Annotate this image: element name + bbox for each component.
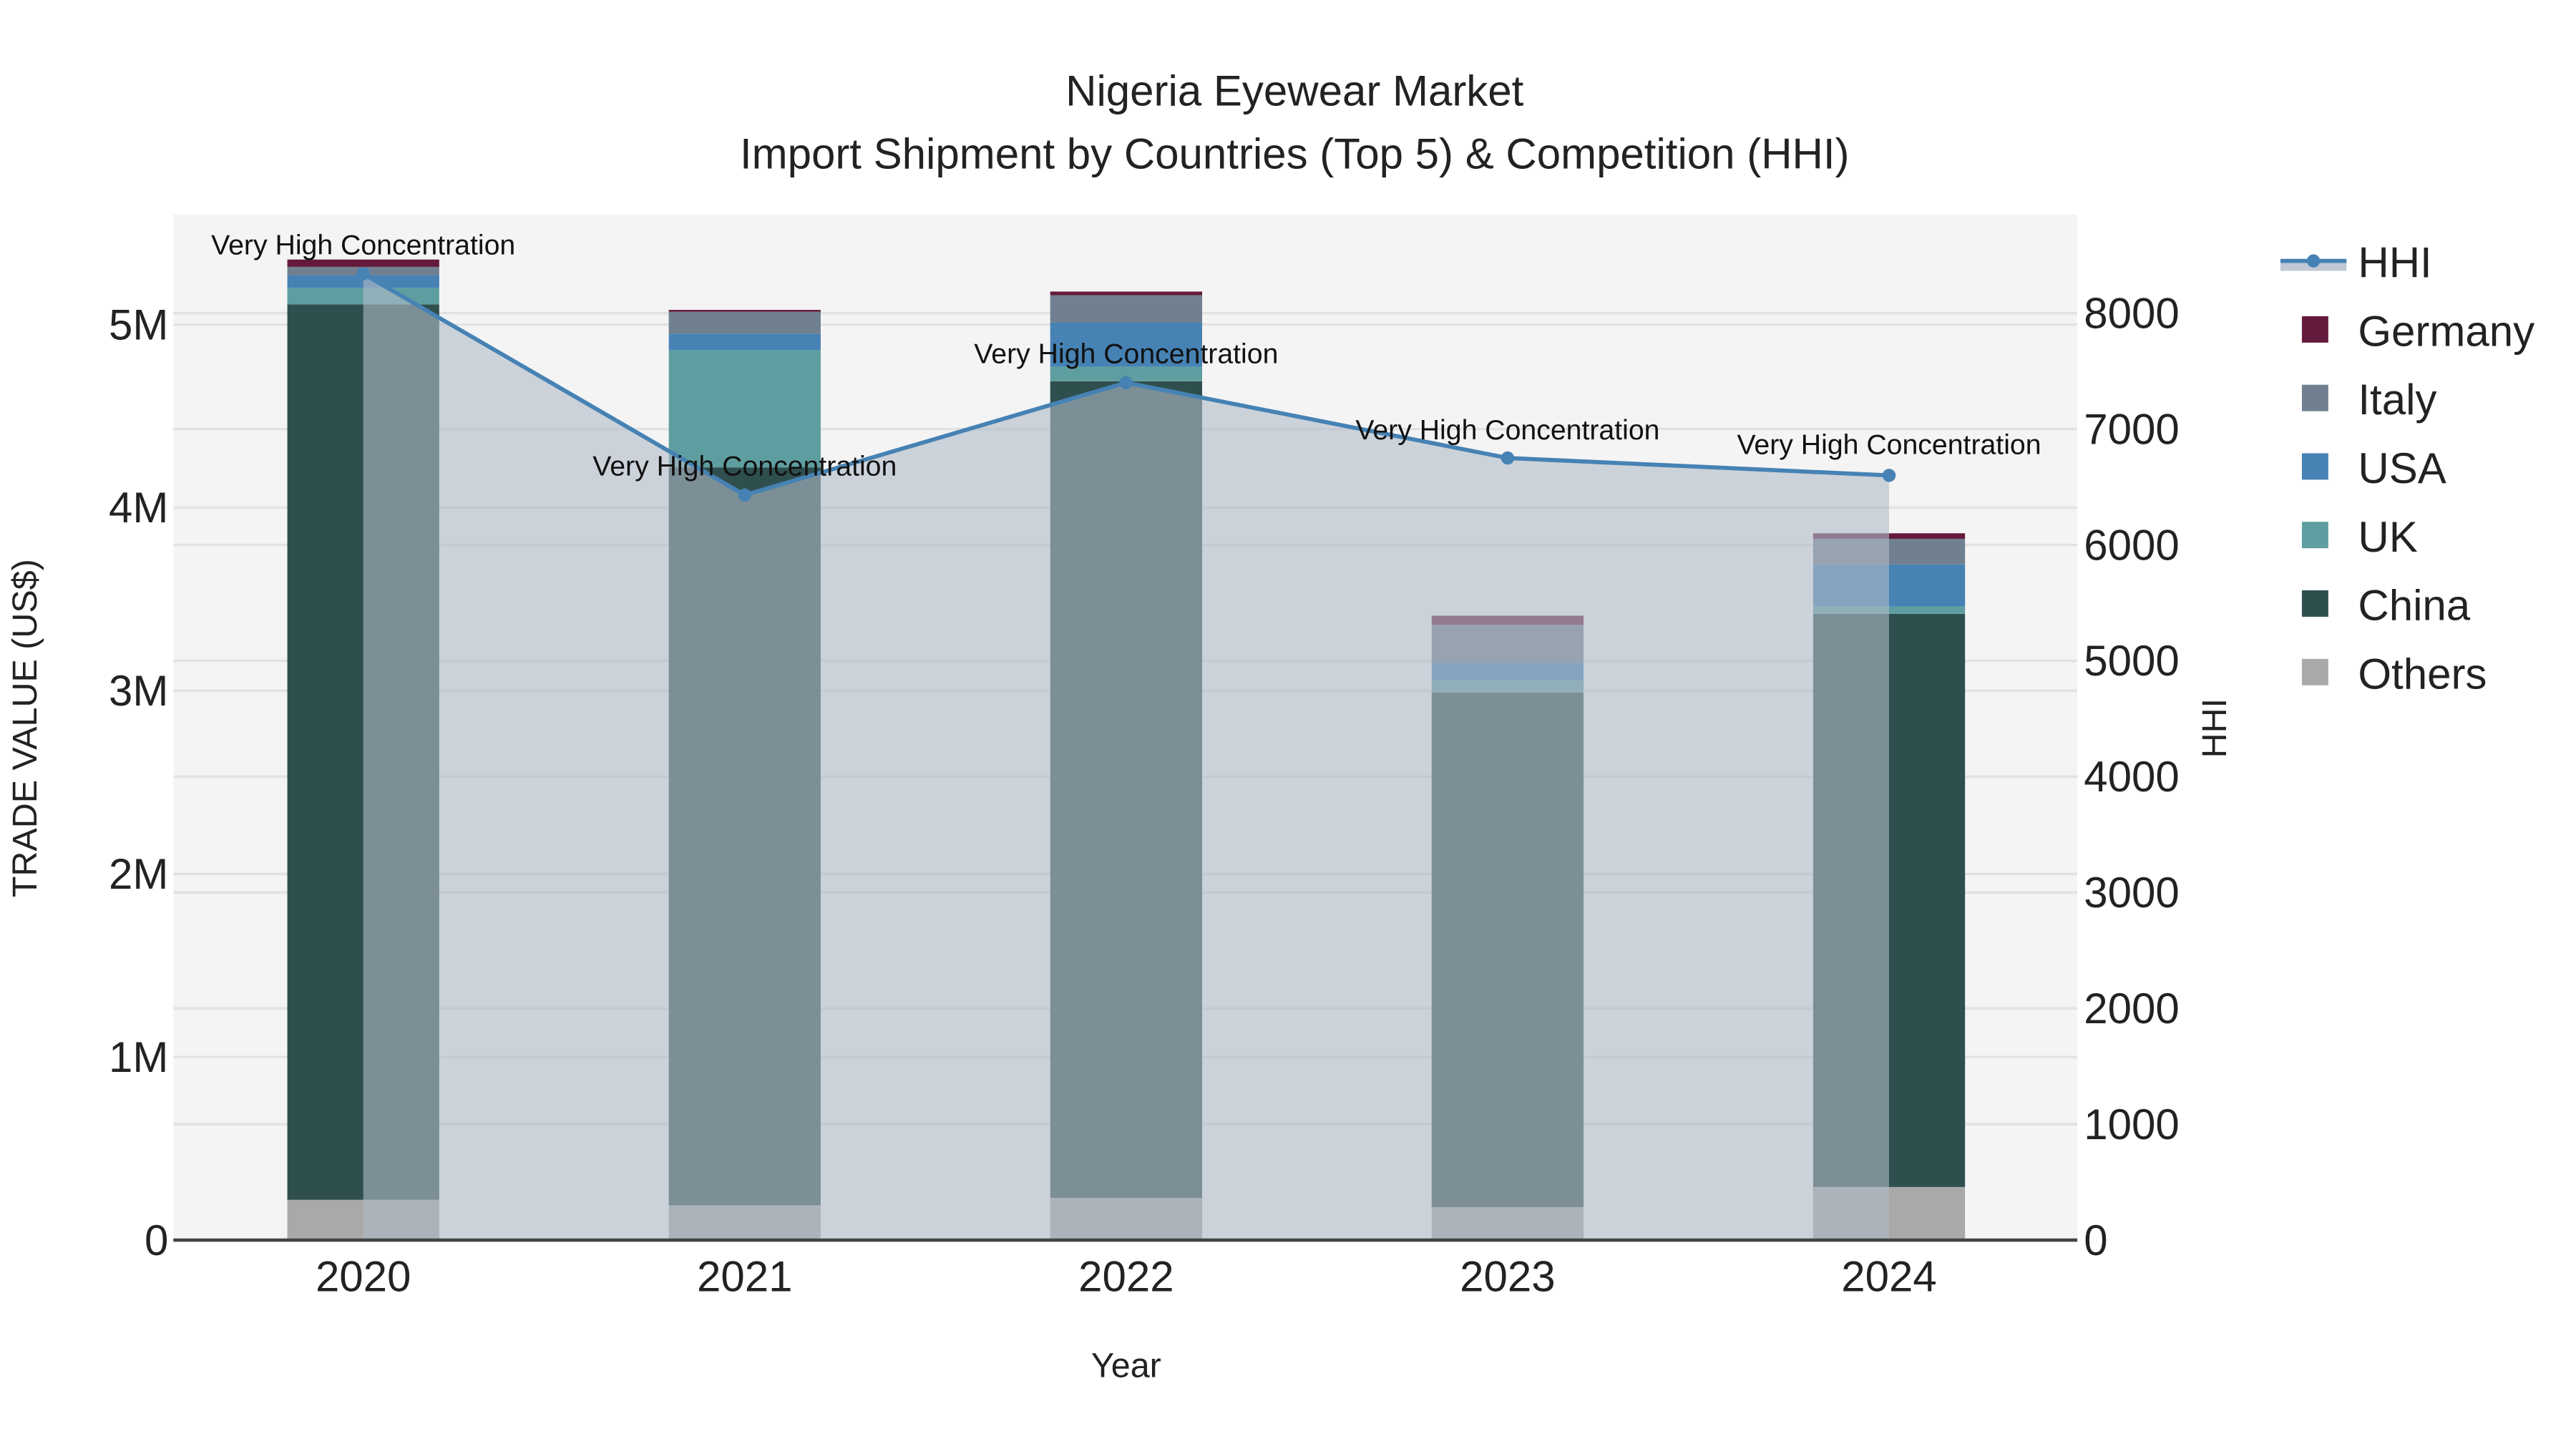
y2-tick-label: 2000	[2084, 985, 2179, 1033]
y2-tick-label: 4000	[2084, 753, 2179, 801]
y-axis-title: TRADE VALUE (US$)	[6, 559, 44, 897]
legend-swatch	[2301, 384, 2328, 411]
y-tick-label: 3M	[109, 667, 168, 715]
legend-label: HHI	[2358, 239, 2431, 287]
legend-item-uk[interactable]: UK	[2301, 513, 2418, 561]
legend-marker	[2306, 254, 2321, 268]
y-tick-label: 1M	[109, 1033, 168, 1081]
y2-tick-label: 6000	[2084, 521, 2179, 569]
bar-uk-2021[interactable]	[668, 350, 821, 468]
x-axis-title: Year	[1091, 1347, 1161, 1385]
chart-title: Nigeria Eyewear Market	[1065, 67, 1524, 115]
legend-item-italy[interactable]: Italy	[2301, 376, 2437, 424]
hhi-point-2020[interactable]	[356, 267, 370, 280]
chart-subtitle: Import Shipment by Countries (Top 5) & C…	[740, 130, 1850, 177]
hhi-point-2022[interactable]	[1119, 376, 1133, 390]
hhi-point-2024[interactable]	[1882, 469, 1896, 482]
y2-tick-label: 8000	[2084, 289, 2179, 337]
y2-axis-title: HHI	[2195, 698, 2234, 758]
legend-label: UK	[2358, 513, 2417, 561]
bar-germany-2022[interactable]	[1050, 291, 1202, 296]
hhi-annotation: Very High Concentration	[974, 338, 1278, 370]
bar-germany-2021[interactable]	[668, 310, 821, 312]
legend-label: Germany	[2358, 307, 2534, 355]
legend-item-china[interactable]: China	[2301, 582, 2471, 630]
y-tick-label: 2M	[109, 850, 168, 898]
hhi-annotation: Very High Concentration	[1737, 429, 2041, 461]
y2-tick-label: 1000	[2084, 1101, 2179, 1148]
legend-item-others[interactable]: Others	[2301, 650, 2487, 698]
legend-label: Italy	[2358, 376, 2436, 424]
legend-item-usa[interactable]: USA	[2301, 444, 2446, 492]
legend: HHI Germany Italy USA UK China Others	[2280, 239, 2534, 698]
legend-label: China	[2358, 582, 2470, 630]
legend-label: USA	[2358, 444, 2446, 492]
legend-swatch	[2301, 522, 2328, 549]
legend-swatch	[2301, 453, 2328, 480]
y-tick-label: 0	[145, 1216, 168, 1264]
legend-label: Others	[2358, 650, 2487, 698]
bar-usa-2021[interactable]	[668, 333, 821, 351]
hhi-point-2023[interactable]	[1501, 451, 1515, 465]
legend-swatch	[2301, 590, 2328, 617]
legend-item-hhi[interactable]: HHI	[2280, 239, 2432, 287]
x-tick-label: 2023	[1460, 1253, 1555, 1301]
hhi-point-2021[interactable]	[738, 488, 751, 502]
x-tick-label: 2021	[697, 1253, 792, 1301]
legend-swatch	[2301, 316, 2328, 343]
y2-tick-label: 3000	[2084, 869, 2179, 917]
legend-item-germany[interactable]: Germany	[2301, 307, 2534, 355]
hhi-annotation: Very High Concentration	[1355, 414, 1659, 446]
bar-italy-2022[interactable]	[1050, 295, 1202, 323]
y2-tick-label: 7000	[2084, 405, 2179, 453]
hhi-annotation: Very High Concentration	[211, 229, 515, 260]
bar-italy-2021[interactable]	[668, 311, 821, 334]
hhi-annotation: Very High Concentration	[592, 451, 897, 482]
y-tick-label: 4M	[109, 484, 168, 532]
y2-tick-label: 0	[2084, 1216, 2107, 1264]
y2-tick-label: 5000	[2084, 637, 2179, 685]
x-tick-label: 2022	[1078, 1253, 1174, 1301]
x-tick-label: 2024	[1841, 1253, 1936, 1301]
x-tick-label: 2020	[316, 1253, 411, 1301]
y-tick-label: 5M	[109, 301, 168, 348]
chart: Nigeria Eyewear Market Import Shipment b…	[6, 67, 2534, 1385]
legend-swatch	[2301, 658, 2328, 686]
